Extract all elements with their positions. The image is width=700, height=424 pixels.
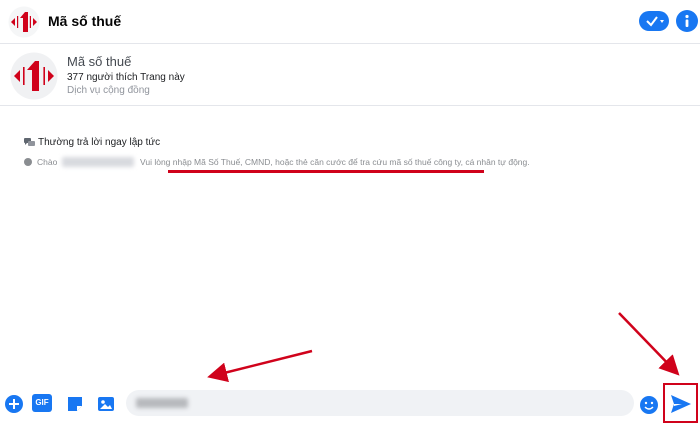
arrow-to-send	[618, 312, 680, 376]
plus-icon[interactable]	[5, 395, 23, 413]
check-dropdown-icon	[646, 16, 664, 27]
greeting-text: Vui lòng nhập Mã Số Thuế, CMND, hoặc thẻ…	[140, 157, 530, 167]
profile-logo-icon[interactable]	[10, 52, 58, 100]
reply-time-text: Thường trả lời ngay lập tức	[38, 137, 161, 148]
photo-icon[interactable]	[97, 395, 115, 413]
check-dropdown-button[interactable]	[639, 11, 669, 31]
gif-button[interactable]: GIF	[32, 394, 52, 412]
composer-toolbar: GIF	[0, 382, 700, 424]
profile-name[interactable]: Mã số thuế	[67, 54, 131, 69]
profile-likes: 377 người thích Trang này	[67, 72, 185, 83]
profile-category: Dịch vụ cộng đồng	[67, 85, 150, 96]
message-input[interactable]	[126, 390, 634, 416]
page-profile: Mã số thuế 377 người thích Trang này Dịc…	[0, 44, 700, 106]
annotation-underline	[168, 170, 484, 173]
send-annotation-box	[663, 383, 698, 423]
greeting-hello: Chào	[37, 157, 58, 167]
chat-bubble-icon	[24, 138, 35, 146]
chat-header: Mã số thuế	[0, 0, 700, 44]
sticker-icon[interactable]	[66, 395, 84, 413]
emoji-icon[interactable]	[640, 396, 658, 414]
blurred-user-name	[62, 157, 134, 167]
blurred-input-text	[136, 398, 188, 408]
page-logo-icon[interactable]	[8, 6, 40, 38]
page-title: Mã số thuế	[48, 13, 122, 29]
info-button[interactable]	[676, 10, 698, 32]
facebook-icon	[24, 158, 32, 166]
arrow-to-input	[207, 349, 313, 383]
info-icon	[685, 14, 689, 27]
send-icon[interactable]	[670, 394, 692, 414]
